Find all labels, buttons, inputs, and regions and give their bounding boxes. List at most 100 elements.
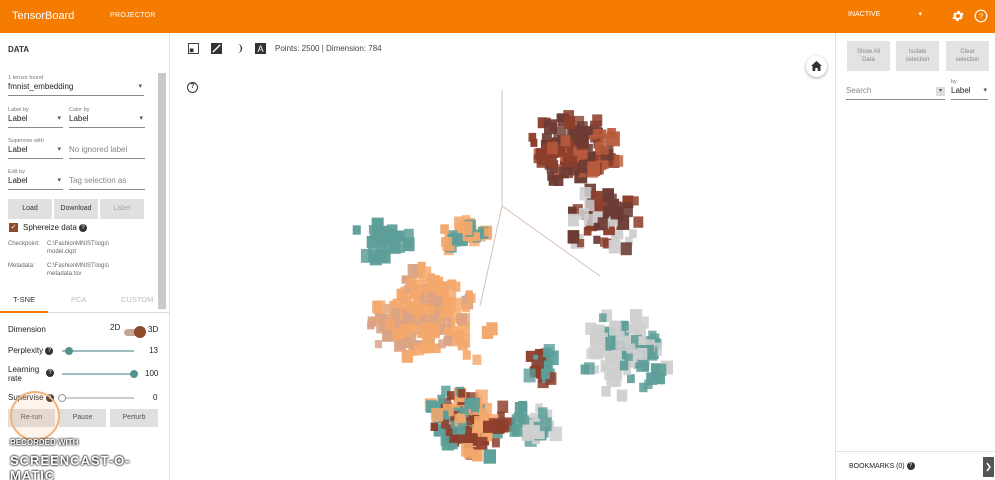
embedding-point[interactable]	[460, 221, 473, 236]
clear-selection-button[interactable]: Clear selection	[946, 41, 989, 71]
embedding-point[interactable]	[391, 308, 400, 318]
embedding-point[interactable]	[611, 350, 621, 361]
run-status-select[interactable]: INACTIVE ▾	[848, 11, 922, 24]
embedding-point[interactable]	[646, 372, 658, 385]
embedding-point[interactable]	[613, 155, 624, 167]
embedding-point[interactable]	[596, 141, 609, 155]
embedding-point[interactable]	[444, 336, 453, 346]
embedding-point[interactable]	[417, 261, 426, 271]
embedding-point[interactable]	[497, 419, 509, 433]
embedding-point[interactable]	[457, 423, 466, 433]
embedding-point[interactable]	[440, 435, 450, 446]
regex-toggle-icon[interactable]: ▾	[936, 87, 945, 96]
embedding-point[interactable]	[394, 230, 405, 243]
embedding-point[interactable]	[607, 193, 617, 205]
embedding-point[interactable]	[497, 400, 509, 413]
nearest-neighbor-icon[interactable]	[211, 43, 222, 54]
embedding-point[interactable]	[476, 436, 488, 450]
learning-rate-slider[interactable]	[62, 373, 134, 375]
embedding-point[interactable]	[583, 214, 594, 226]
projector-tab[interactable]: PROJECTOR	[110, 12, 156, 19]
embedding-point[interactable]	[483, 449, 497, 464]
embedding-point[interactable]	[564, 116, 576, 129]
embedding-point[interactable]	[467, 293, 476, 303]
pause-button[interactable]: Pause	[59, 409, 106, 427]
help-icon[interactable]: ?	[974, 9, 988, 23]
embedding-point[interactable]	[597, 217, 608, 229]
embedding-point[interactable]	[451, 233, 463, 246]
embedding-point[interactable]	[422, 339, 431, 349]
embedding-point[interactable]	[616, 389, 628, 402]
tab-pca[interactable]: PCA	[71, 295, 86, 304]
ignored-label-input[interactable]: No ignored label	[69, 145, 145, 159]
embedding-point[interactable]	[372, 301, 383, 313]
bookmarks-header[interactable]: BOOKMARKS (0) ?	[849, 462, 915, 470]
label-button[interactable]: Label	[100, 199, 144, 219]
left-panel-scrollbar[interactable]	[158, 73, 166, 309]
search-input[interactable]: Search	[846, 86, 945, 100]
show-all-data-button[interactable]: Show All Data	[847, 41, 890, 71]
embedding-point[interactable]	[453, 331, 464, 344]
embedding-point[interactable]	[553, 174, 564, 186]
embedding-point[interactable]	[637, 348, 648, 360]
embedding-point[interactable]	[535, 148, 546, 160]
night-mode-icon[interactable]	[233, 43, 244, 54]
embedding-point[interactable]	[352, 225, 361, 235]
embedding-point[interactable]	[584, 362, 595, 375]
embedding-point[interactable]	[410, 286, 420, 297]
embedding-point[interactable]	[401, 310, 410, 320]
label-by-select[interactable]: Label ▾	[8, 114, 63, 128]
embedding-scatter-canvas[interactable]	[180, 66, 830, 478]
embedding-point[interactable]	[593, 128, 602, 139]
embedding-point[interactable]	[576, 134, 590, 149]
embedding-point[interactable]	[427, 305, 435, 315]
embedding-point[interactable]	[638, 336, 647, 345]
sphereize-checkbox[interactable]: ✓	[9, 223, 18, 232]
embedding-point[interactable]	[374, 340, 382, 349]
embedding-point[interactable]	[518, 400, 527, 411]
download-button[interactable]: Download	[54, 199, 98, 219]
embedding-point[interactable]	[369, 251, 382, 266]
embedding-point[interactable]	[584, 199, 595, 212]
embedding-point[interactable]	[513, 412, 523, 423]
embedding-point[interactable]	[537, 407, 548, 419]
embedding-point[interactable]	[547, 141, 558, 155]
embedding-point[interactable]	[546, 350, 559, 366]
embedding-point[interactable]	[539, 417, 552, 432]
supervise-slider-knob[interactable]	[58, 394, 66, 402]
learning-rate-slider-knob[interactable]	[130, 370, 138, 378]
embedding-point[interactable]	[568, 213, 579, 227]
embedding-point[interactable]	[609, 321, 622, 336]
embedding-point[interactable]	[567, 155, 578, 168]
embedding-point[interactable]	[613, 371, 623, 381]
embedding-point[interactable]	[580, 150, 588, 159]
embedding-point[interactable]	[484, 227, 492, 237]
embedding-point[interactable]	[472, 449, 483, 462]
embedding-point[interactable]	[443, 317, 452, 328]
embedding-point[interactable]	[430, 422, 438, 432]
embedding-point[interactable]	[416, 303, 428, 316]
embedding-point[interactable]	[631, 317, 641, 328]
embedding-point[interactable]	[541, 368, 550, 379]
tag-selection-input[interactable]: Tag selection as	[69, 176, 145, 190]
embedding-point[interactable]	[417, 322, 429, 335]
embedding-point[interactable]	[396, 289, 406, 300]
embedding-point[interactable]	[579, 187, 592, 201]
embedding-point[interactable]	[593, 235, 601, 244]
embedding-point[interactable]	[428, 325, 440, 339]
help-icon[interactable]: ?	[906, 462, 915, 470]
embedding-point[interactable]	[457, 389, 466, 398]
embedding-point[interactable]	[463, 447, 474, 459]
search-by-select[interactable]: Label ▾	[951, 86, 988, 100]
isolate-selection-button[interactable]: Isolate selection	[896, 41, 939, 71]
load-button[interactable]: Load	[8, 199, 52, 219]
embedding-point[interactable]	[462, 303, 470, 313]
embedding-point[interactable]	[447, 391, 455, 400]
embedding-point[interactable]	[509, 425, 520, 437]
embedding-point[interactable]	[431, 408, 444, 422]
embedding-point[interactable]	[592, 114, 603, 126]
supervise-slider[interactable]	[62, 397, 134, 399]
embedding-point[interactable]	[528, 132, 537, 142]
embedding-point[interactable]	[401, 349, 413, 363]
embedding-point[interactable]	[523, 368, 536, 383]
